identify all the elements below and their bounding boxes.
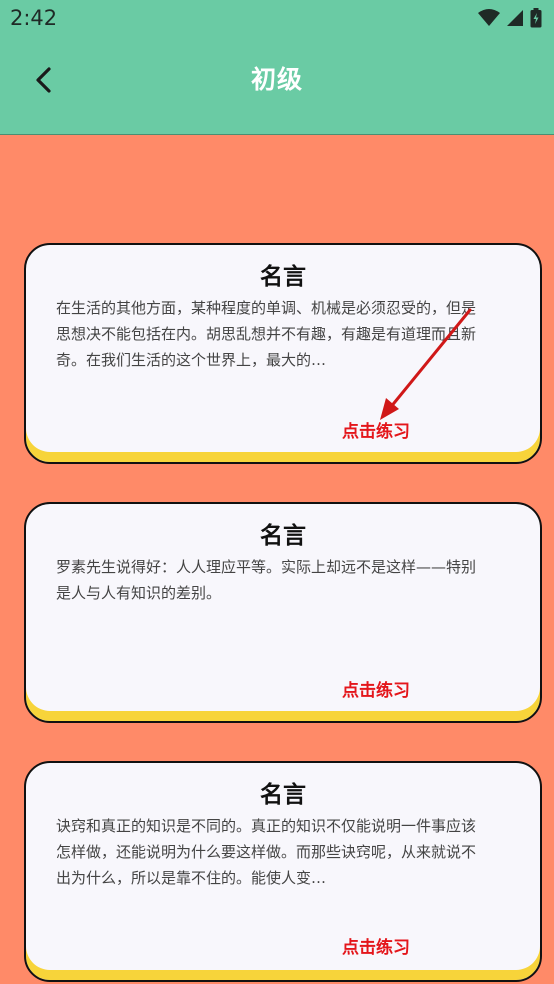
quote-card[interactable]: 名言 罗素先生说得好：人人理应平等。实际上却远不是这样——特别是人与人有知识的差… bbox=[24, 502, 542, 723]
status-icons bbox=[478, 8, 542, 28]
practice-button[interactable]: 点击练习 bbox=[342, 676, 410, 701]
card-text: 在生活的其他方面，某种程度的单调、机械是必须忍受的，但是思想决不能包括在内。胡思… bbox=[56, 299, 476, 369]
practice-button[interactable]: 点击练习 bbox=[342, 933, 410, 958]
page-title: 初级 bbox=[250, 65, 303, 94]
quote-card[interactable]: 名言 诀窍和真正的知识是不同的。真正的知识不仅能说明一件事应该怎样做，还能说明为… bbox=[24, 761, 542, 982]
card-text: 诀窍和真正的知识是不同的。真正的知识不仅能说明一件事应该怎样做，还能说明为什么要… bbox=[56, 817, 476, 887]
status-bar: 2:42 bbox=[0, 0, 554, 38]
card-title: 名言 bbox=[260, 264, 306, 290]
app-bar: 初级 bbox=[0, 38, 554, 135]
practice-button[interactable]: 点击练习 bbox=[342, 417, 410, 442]
card-title: 名言 bbox=[260, 523, 306, 549]
card-title: 名言 bbox=[260, 782, 306, 808]
status-time: 2:42 bbox=[10, 6, 58, 30]
quote-card[interactable]: 名言 在生活的其他方面，某种程度的单调、机械是必须忍受的，但是思想决不能包括在内… bbox=[24, 243, 542, 464]
card-text: 罗素先生说得好：人人理应平等。实际上却远不是这样——特别是人与人有知识的差别。 bbox=[56, 558, 476, 602]
battery-icon bbox=[530, 8, 542, 28]
wifi-icon bbox=[478, 9, 500, 26]
signal-icon bbox=[507, 10, 523, 26]
